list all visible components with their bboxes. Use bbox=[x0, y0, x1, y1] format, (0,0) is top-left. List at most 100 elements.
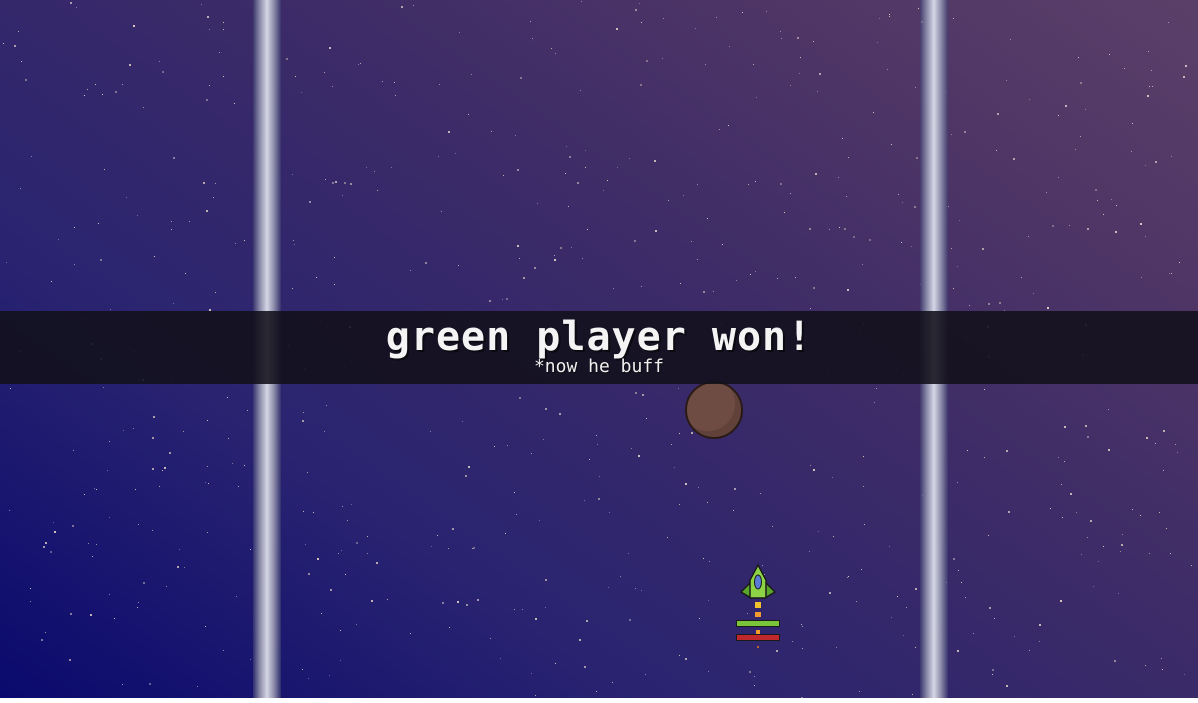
star bbox=[755, 271, 756, 272]
star bbox=[347, 520, 348, 521]
star bbox=[631, 448, 632, 449]
star bbox=[915, 647, 916, 648]
star bbox=[635, 588, 636, 589]
star bbox=[133, 25, 135, 27]
star bbox=[329, 47, 331, 49]
star bbox=[959, 220, 960, 221]
star bbox=[330, 589, 332, 591]
star bbox=[749, 671, 751, 673]
star bbox=[391, 167, 392, 168]
star bbox=[1080, 136, 1081, 137]
star bbox=[742, 12, 743, 13]
star bbox=[1171, 273, 1172, 274]
star bbox=[377, 190, 378, 191]
star bbox=[1155, 443, 1156, 444]
star bbox=[729, 46, 730, 47]
star bbox=[678, 388, 679, 389]
star bbox=[772, 526, 773, 527]
star bbox=[98, 223, 99, 224]
thruster-flame bbox=[755, 602, 761, 648]
star bbox=[607, 180, 608, 181]
star bbox=[340, 630, 341, 631]
star bbox=[748, 184, 749, 185]
star bbox=[173, 303, 174, 304]
star bbox=[1120, 551, 1121, 552]
star bbox=[133, 428, 134, 429]
star bbox=[667, 537, 668, 538]
star bbox=[342, 506, 343, 507]
star bbox=[634, 240, 636, 242]
star bbox=[95, 84, 96, 85]
star bbox=[109, 594, 110, 595]
star bbox=[223, 76, 224, 77]
star bbox=[455, 153, 456, 154]
star bbox=[317, 558, 319, 560]
star bbox=[984, 457, 985, 458]
star bbox=[219, 52, 220, 53]
star bbox=[530, 21, 531, 22]
star bbox=[293, 240, 294, 241]
star bbox=[425, 262, 427, 264]
star bbox=[560, 247, 562, 249]
star bbox=[801, 624, 802, 625]
star bbox=[313, 512, 314, 513]
star bbox=[1132, 509, 1133, 510]
star bbox=[162, 71, 164, 73]
star bbox=[114, 618, 115, 619]
star bbox=[571, 247, 572, 248]
asteroid bbox=[685, 381, 743, 439]
star bbox=[707, 218, 708, 219]
star bbox=[213, 197, 214, 198]
star bbox=[334, 284, 335, 285]
star bbox=[957, 266, 958, 267]
star bbox=[459, 32, 460, 33]
star bbox=[829, 229, 830, 230]
star bbox=[1064, 426, 1066, 428]
game-canvas[interactable]: green player won! *now he buff bbox=[0, 0, 1198, 698]
star bbox=[1021, 277, 1022, 278]
star bbox=[777, 278, 778, 279]
star bbox=[232, 463, 233, 464]
star bbox=[754, 685, 755, 686]
star bbox=[964, 131, 966, 133]
star bbox=[997, 113, 999, 115]
star bbox=[1183, 76, 1185, 78]
star bbox=[915, 87, 916, 88]
star bbox=[1166, 528, 1167, 529]
star bbox=[1185, 65, 1187, 67]
star bbox=[829, 592, 831, 594]
star bbox=[1014, 636, 1015, 637]
star bbox=[324, 72, 325, 73]
star bbox=[613, 288, 614, 289]
star bbox=[413, 5, 414, 6]
star bbox=[797, 37, 799, 39]
star bbox=[1039, 641, 1040, 642]
star bbox=[612, 682, 613, 683]
star bbox=[523, 277, 525, 279]
star bbox=[439, 84, 440, 85]
star bbox=[324, 431, 325, 432]
star bbox=[1149, 86, 1150, 87]
star bbox=[897, 596, 898, 597]
star bbox=[334, 257, 335, 258]
star bbox=[236, 596, 237, 597]
star bbox=[344, 182, 346, 184]
star bbox=[58, 239, 59, 240]
star bbox=[20, 188, 21, 189]
star bbox=[629, 158, 630, 159]
star bbox=[1028, 236, 1029, 237]
star bbox=[307, 472, 308, 473]
star bbox=[223, 22, 224, 23]
star bbox=[864, 524, 865, 525]
star bbox=[838, 177, 839, 178]
star bbox=[577, 182, 579, 184]
star bbox=[708, 671, 709, 672]
star bbox=[1058, 457, 1059, 458]
star bbox=[104, 169, 105, 170]
star bbox=[609, 512, 610, 513]
star bbox=[342, 195, 343, 196]
star bbox=[641, 286, 642, 287]
star bbox=[1062, 517, 1063, 518]
star bbox=[1087, 228, 1089, 230]
star bbox=[554, 259, 556, 261]
